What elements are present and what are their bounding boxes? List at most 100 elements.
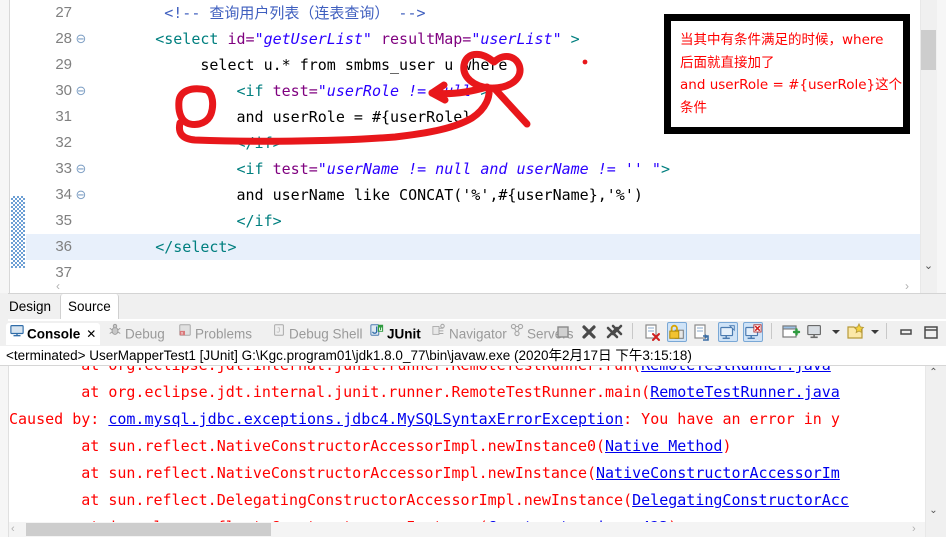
tab-label: Problems	[195, 326, 253, 342]
code-line[interactable]: 36 </select>	[26, 234, 920, 260]
tab-navigator[interactable]: Navigator	[432, 323, 507, 345]
console-text: at sun.reflect.DelegatingConstructorAcce…	[9, 491, 633, 509]
editor-outer-margin	[0, 0, 10, 293]
code-text: <if test="userRole != null">	[236, 82, 490, 100]
toolbar-separator	[886, 323, 888, 339]
clear-console-icon[interactable]	[642, 322, 662, 342]
tab-console[interactable]: Console ✕	[6, 322, 101, 345]
maximize-icon[interactable]	[921, 322, 941, 342]
debug-shell-icon: J	[272, 322, 286, 344]
note-line: 后面就直接加了	[680, 54, 775, 71]
console-output-area[interactable]: at org.eclipse.jdt.internal.junit.runner…	[0, 366, 946, 537]
console-panel: Console ✕ Debug x Problems J Debug Shell u JUnit…	[0, 321, 946, 537]
tab-label: Navigator	[449, 326, 507, 342]
code-line[interactable]: 37	[26, 260, 920, 277]
console-text: )	[722, 437, 732, 455]
tab-debug-shell[interactable]: J Debug Shell	[272, 323, 363, 345]
tab-junit[interactable]: u JUnit	[370, 323, 421, 345]
stacktrace-link[interactable]: DelegatingConstructorAcc	[632, 491, 849, 509]
console-process-label: <terminated> UserMapperTest1 [JUnit] G:\…	[6, 348, 692, 363]
console-text: : You have an error in y	[623, 410, 840, 428]
console-text: Caused by:	[9, 410, 109, 428]
note-line: and userRole = #{userRole}这个	[680, 77, 903, 93]
console-vscroll-down-arrow-icon[interactable]: ⌄	[925, 504, 942, 518]
code-text: </if>	[236, 212, 282, 230]
console-line: at sun.reflect.NativeConstructorAccessor…	[9, 460, 925, 487]
editor-right-padding	[937, 0, 946, 293]
debug-bug-icon	[108, 322, 122, 344]
console-line: at org.eclipse.jdt.internal.junit.runner…	[9, 379, 925, 406]
editor-vscroll-down-arrow-icon[interactable]: ⌄	[920, 258, 937, 274]
tab-label: Debug	[125, 326, 165, 342]
console-selector-icon[interactable]	[806, 322, 826, 342]
line-number: 27	[55, 4, 72, 21]
editor-vscroll-thumb[interactable]	[921, 30, 936, 70]
tab-debug[interactable]: Debug	[108, 323, 165, 345]
tab-label: Debug Shell	[289, 326, 363, 342]
eclipse-ide-window: 27 <!-- 查询用户列表（连表查询） --> 28 ⊖ <select id="…	[0, 0, 946, 537]
note-line: 条件	[680, 99, 707, 116]
editor-hscroll-left-arrow-icon[interactable]: ‹	[56, 279, 60, 293]
stacktrace-link[interactable]: Native Method	[605, 437, 722, 455]
fold-toggle-icon[interactable]: ⊖	[74, 156, 88, 182]
stacktrace-link[interactable]: RemoteTestRunner.java	[641, 366, 831, 374]
terminate-icon[interactable]	[579, 322, 599, 342]
tab-label: JUnit	[387, 326, 421, 342]
pin-console-icon[interactable]	[717, 322, 738, 342]
console-line: at org.eclipse.jdt.internal.junit.runner…	[9, 366, 925, 379]
tab-source[interactable]: Source	[60, 294, 119, 319]
code-line[interactable]: 35 </if>	[26, 208, 920, 234]
console-right-padding	[942, 366, 946, 537]
stacktrace-link[interactable]: com.mysql.jdbc.exceptions.jdbc4.MySQLSyn…	[108, 410, 623, 428]
fold-toggle-icon[interactable]: ⊖	[74, 78, 88, 104]
note-line: 当其中有条件满足的时候，where	[680, 32, 884, 48]
fold-toggle-icon[interactable]: ⊖	[74, 26, 88, 52]
close-icon[interactable]: ✕	[86, 327, 96, 341]
console-left-rail	[0, 366, 9, 537]
console-text: at sun.reflect.NativeConstructorAccessor…	[9, 437, 606, 455]
xml-editor[interactable]: 27 <!-- 查询用户列表（连表查询） --> 28 ⊖ <select id="…	[0, 0, 946, 293]
tab-problems[interactable]: x Problems	[178, 323, 252, 345]
code-text: </if>	[236, 134, 282, 152]
console-selector-dropdown-icon[interactable]	[830, 322, 841, 342]
minimize-icon[interactable]	[896, 322, 916, 342]
code-text: <if test="userName != null and userName …	[236, 160, 670, 178]
servers-icon	[510, 322, 524, 344]
console-icon	[10, 322, 24, 344]
show-console-on-output-icon[interactable]	[692, 322, 712, 342]
code-text: </select>	[155, 238, 237, 256]
remove-all-terminated-icon[interactable]	[604, 322, 624, 342]
code-line[interactable]: 33 ⊖ <if test="userName != null and userN…	[26, 156, 920, 182]
console-hscroll-right-arrow-icon[interactable]: ›	[912, 522, 916, 537]
line-number: 32	[55, 134, 72, 151]
tab-design[interactable]: Design	[2, 294, 59, 319]
console-line: Caused by: com.mysql.jdbc.exceptions.jdb…	[9, 406, 925, 433]
code-line[interactable]: 34 ⊖ and userName like CONCAT('%',#{userN…	[26, 182, 920, 208]
editor-hscroll-right-arrow-icon[interactable]: ›	[905, 279, 909, 293]
console-text: at org.eclipse.jdt.internal.junit.runner…	[9, 383, 651, 401]
new-console-dropdown-icon[interactable]	[869, 322, 879, 342]
console-vscroll-up-arrow-icon[interactable]: ⌃	[925, 366, 942, 380]
line-number: 34	[55, 186, 72, 203]
console-hscroll-thumb[interactable]	[26, 523, 271, 536]
stop-icon[interactable]	[553, 322, 573, 342]
console-output-lines[interactable]: at org.eclipse.jdt.internal.junit.runner…	[9, 366, 925, 537]
console-hscroll-left-arrow-icon[interactable]: ‹	[11, 522, 15, 537]
open-console-icon[interactable]	[781, 322, 801, 342]
new-console-view-icon[interactable]	[845, 322, 865, 342]
svg-text:J: J	[276, 327, 280, 335]
scroll-lock-icon[interactable]	[666, 322, 687, 342]
annotation-note-box: 当其中有条件满足的时候，where 后面就直接加了 and userRole =…	[664, 14, 910, 134]
navigator-icon	[432, 322, 446, 344]
fold-toggle-icon[interactable]: ⊖	[74, 182, 88, 208]
changed-lines-marker	[11, 196, 25, 268]
stacktrace-link[interactable]: RemoteTestRunner.java	[650, 383, 840, 401]
line-number: 30	[55, 82, 72, 99]
editor-horizontal-scrollbar[interactable]	[26, 277, 920, 293]
display-selected-console-icon[interactable]	[742, 322, 763, 342]
svg-text:u: u	[379, 326, 383, 333]
console-line: at sun.reflect.DelegatingConstructorAcce…	[9, 487, 925, 514]
console-toolbar[interactable]	[552, 322, 942, 346]
stacktrace-link[interactable]: NativeConstructorAccessorIm	[596, 464, 840, 482]
editor-bottom-tabs[interactable]: Design Source	[0, 293, 946, 322]
